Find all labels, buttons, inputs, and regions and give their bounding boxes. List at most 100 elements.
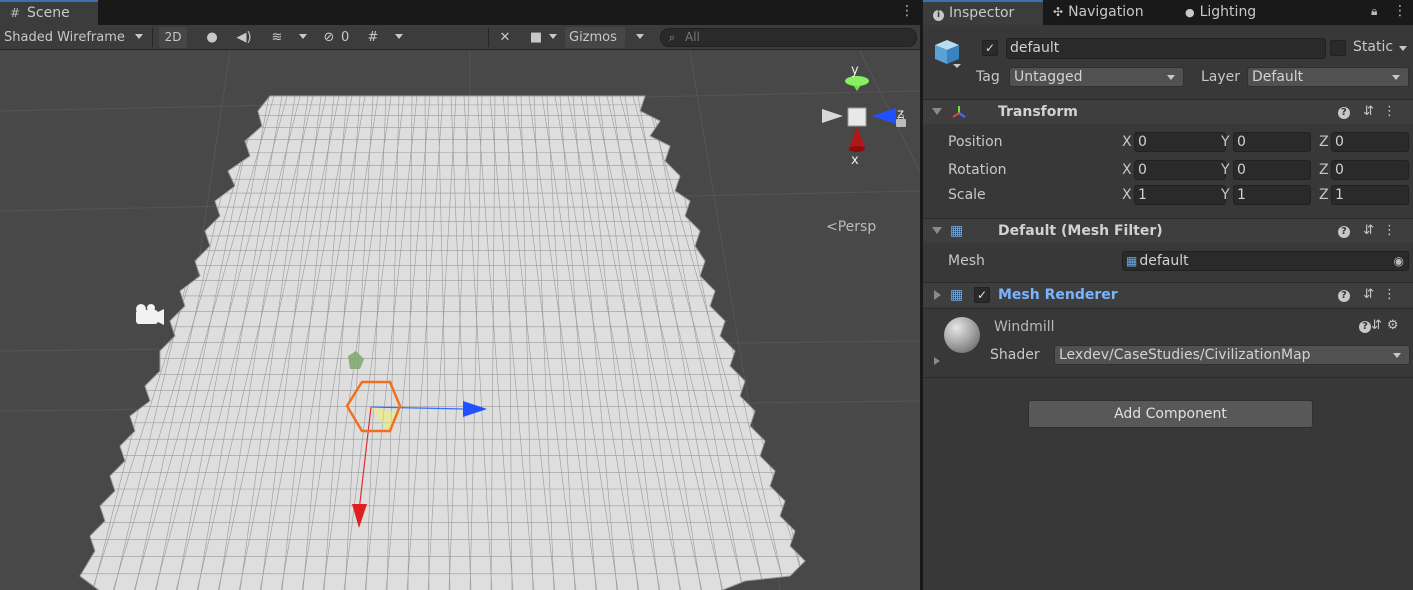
help-icon[interactable]: ? — [1337, 226, 1350, 238]
fold-open-icon[interactable] — [932, 227, 942, 234]
position-y-field[interactable]: 0 — [1233, 132, 1311, 152]
help-icon[interactable]: ? — [1337, 107, 1350, 119]
help-icon[interactable]: ? — [1359, 321, 1371, 333]
tag-dropdown[interactable]: Untagged — [1009, 67, 1184, 87]
fold-closed-icon[interactable] — [934, 357, 940, 365]
mesh-diagonal-line — [0, 96, 9, 590]
component-header-icons: ? ⇵⋮ — [1337, 223, 1405, 238]
position-x-field[interactable]: 0 — [1134, 132, 1226, 152]
mesh-diagonal-line — [775, 96, 805, 590]
rotation-x-field[interactable]: 0 — [1134, 160, 1226, 180]
toolbar-divider — [488, 28, 489, 47]
fold-closed-icon[interactable] — [934, 290, 941, 300]
gizmos-chevron-down-icon[interactable] — [636, 34, 644, 39]
rotation-z-field[interactable]: 0 — [1331, 160, 1409, 180]
scene-tab-bar: # Scene ⋮ — [0, 0, 920, 25]
mesh-diagonal-line — [846, 96, 920, 590]
gameobject-icon[interactable] — [933, 36, 961, 68]
kebab-icon[interactable]: ⋮ — [1383, 104, 1405, 119]
scale-x-field[interactable]: 1 — [1134, 185, 1226, 205]
static-checkbox[interactable] — [1330, 40, 1346, 56]
static-chevron-down-icon[interactable] — [1399, 46, 1407, 51]
mesh-object-field[interactable]: ▦ default ◉ — [1122, 251, 1409, 271]
presets-icon[interactable]: ⇵ — [1363, 223, 1383, 238]
mesh-diagonal-line — [911, 96, 920, 590]
gear-icon[interactable]: ⚙ — [1387, 318, 1404, 333]
search-placeholder: All — [685, 30, 700, 44]
mesh-diagonal-line — [80, 96, 119, 590]
toggle-2d-button[interactable]: 2D — [159, 27, 187, 48]
mesh-diagonal-line — [0, 96, 48, 590]
transform-header[interactable]: Transform ? ⇵⋮ — [923, 99, 1413, 124]
mesh-renderer-title: Mesh Renderer — [998, 287, 1118, 303]
draw-mode-dropdown[interactable]: Shaded Wireframe — [4, 27, 138, 48]
mesh-diagonal-line — [859, 96, 920, 590]
camera-icon[interactable]: ■ — [526, 27, 546, 48]
mesh-diagonal-line — [815, 96, 920, 590]
effects-chevron-down-icon[interactable] — [299, 34, 307, 39]
mesh-renderer-enabled-checkbox[interactable]: ✓ — [974, 287, 990, 303]
scene-tab-label: Scene — [27, 5, 70, 21]
grid-snap-icon[interactable]: # — [362, 27, 384, 48]
object-active-checkbox[interactable]: ✓ — [982, 40, 998, 56]
lock-icon[interactable] — [896, 114, 906, 127]
mesh-diagonal-line — [80, 96, 106, 590]
mesh-value: default — [1139, 253, 1189, 269]
gizmo-x-label: x — [851, 153, 859, 168]
help-icon[interactable]: ? — [1337, 290, 1350, 302]
scale-y-field[interactable]: 1 — [1233, 185, 1311, 205]
shader-value: Lexdev/CaseStudies/CivilizationMap — [1059, 347, 1311, 363]
scale-z-field[interactable]: 1 — [1331, 185, 1409, 205]
presets-icon[interactable]: ⇵ — [1371, 318, 1387, 333]
mesh-diagonal-line — [80, 96, 93, 590]
mesh-label: Mesh — [948, 253, 985, 269]
scene-canvas[interactable]: y z x — [0, 51, 920, 590]
rotation-y-field[interactable]: 0 — [1233, 160, 1311, 180]
draw-mode-label: Shaded Wireframe — [4, 30, 125, 45]
orientation-gizmo — [822, 76, 896, 152]
mesh-diagonal-line — [801, 96, 805, 590]
presets-icon[interactable]: ⇵ — [1363, 104, 1383, 119]
scene-search-input[interactable]: ⌕ All — [660, 28, 917, 47]
persp-label: Persp — [837, 219, 877, 235]
tab-navigation[interactable]: ✣ Navigation — [1043, 0, 1173, 25]
kebab-icon[interactable]: ⋮ — [1383, 223, 1405, 238]
presets-icon[interactable]: ⇵ — [1363, 287, 1383, 302]
tab-lighting[interactable]: ● Lighting — [1175, 0, 1285, 25]
shader-dropdown[interactable]: Lexdev/CaseStudies/CivilizationMap — [1054, 345, 1410, 365]
tools-icon[interactable]: ✕ — [494, 27, 516, 48]
scene-viewport[interactable]: y z x <Persp — [0, 51, 920, 590]
position-z-field[interactable]: 0 — [1331, 132, 1409, 152]
mesh-diagonal-line — [828, 96, 920, 590]
kebab-icon[interactable]: ⋮ — [1383, 287, 1405, 302]
inspector-menu-icon[interactable]: ⋮ — [1393, 3, 1407, 19]
mesh-renderer-header[interactable]: ▦ ✓ Mesh Renderer ? ⇵⋮ — [923, 282, 1413, 307]
effects-icon[interactable]: ≋ — [266, 27, 288, 48]
hidden-objects-icon[interactable]: ⊘ — [318, 27, 340, 48]
tab-scene[interactable]: # Scene — [0, 0, 98, 25]
add-component-button[interactable]: Add Component — [1028, 400, 1313, 428]
gizmos-label: Gizmos — [569, 30, 617, 45]
fold-open-icon[interactable] — [932, 108, 942, 115]
gizmos-button[interactable]: Gizmos — [565, 27, 625, 48]
lightbulb-icon[interactable]: ● — [201, 27, 223, 48]
grid-chevron-down-icon[interactable] — [395, 34, 403, 39]
info-icon: i — [933, 10, 944, 21]
persp-toggle[interactable]: <Persp — [826, 219, 876, 235]
layer-dropdown[interactable]: Default — [1247, 67, 1409, 87]
material-name: Windmill — [994, 319, 1055, 335]
object-picker-icon[interactable]: ◉ — [1394, 252, 1404, 270]
camera-chevron-down-icon[interactable] — [549, 34, 557, 39]
search-icon: ⌕ — [669, 31, 676, 44]
mesh-renderer-icon: ▦ — [950, 287, 964, 303]
lock-icon[interactable]: 🔒︎ — [1371, 4, 1377, 19]
scene-menu-icon[interactable]: ⋮ — [900, 3, 914, 19]
component-header-icons: ? ⇵⋮ — [1337, 287, 1405, 302]
audio-icon[interactable]: ◀) — [233, 27, 255, 48]
mesh-diagonal-line — [0, 96, 14, 590]
chevron-down-icon — [135, 34, 143, 39]
tab-inspector[interactable]: i Inspector — [923, 0, 1043, 25]
object-name-input[interactable]: default — [1006, 38, 1326, 59]
material-preview-sphere[interactable] — [944, 317, 980, 353]
mesh-filter-header[interactable]: ▦ Default (Mesh Filter) ? ⇵⋮ — [923, 218, 1413, 243]
